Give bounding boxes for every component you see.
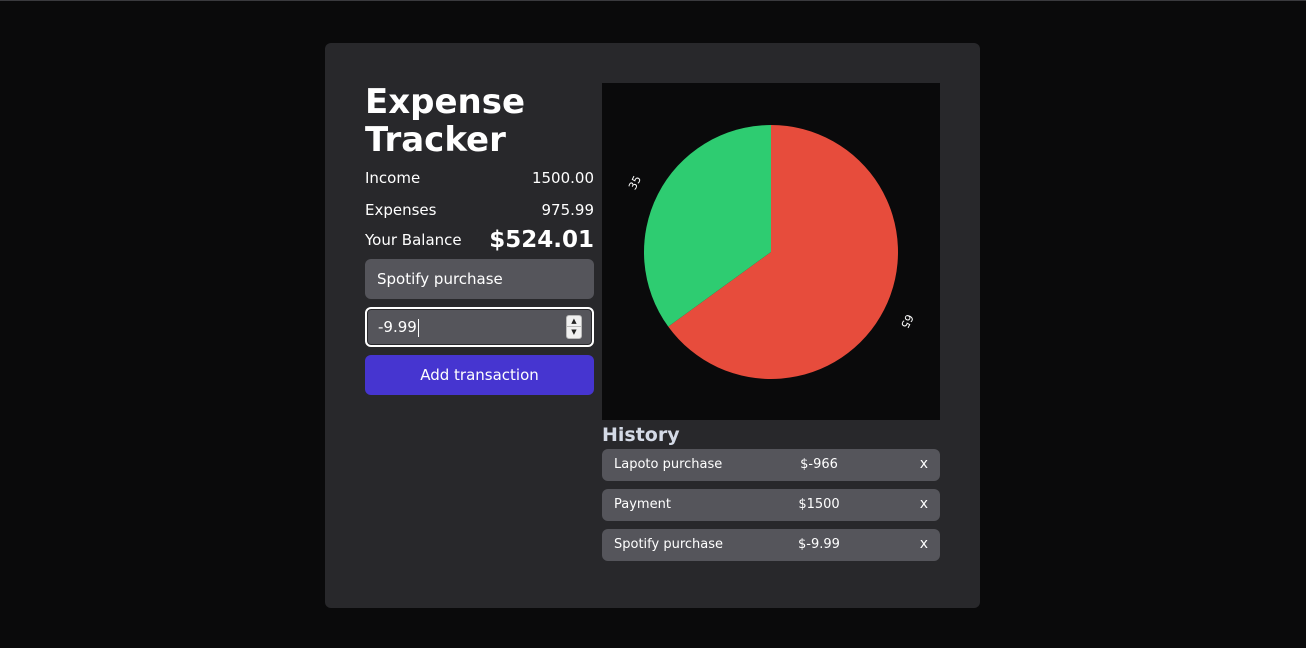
- text-caret: [417, 318, 419, 337]
- expenses-row: Expenses 975.99: [365, 195, 594, 227]
- description-input-value: Spotify purchase: [377, 270, 503, 288]
- remove-transaction-button[interactable]: x: [920, 496, 928, 512]
- pie-chart-container: 65 35: [602, 83, 940, 420]
- amount-stepper[interactable]: ▲ ▼: [566, 315, 582, 339]
- history-list: Lapoto purchase $-966 x Payment $1500 x …: [602, 449, 940, 561]
- amount-input-value: -9.99: [378, 318, 417, 336]
- tracker-card: Expense Tracker Income 1500.00 Expenses …: [325, 43, 980, 608]
- right-panel: 65 35 History Lapoto purchase $-966 x Pay…: [602, 83, 940, 569]
- balance-label: Your Balance: [365, 231, 462, 249]
- income-row: Income 1500.00: [365, 163, 594, 195]
- history-item-amount: $1500: [798, 497, 840, 512]
- income-value: 1500.00: [531, 169, 594, 187]
- pie-label-35: 35: [626, 174, 644, 192]
- remove-transaction-button[interactable]: x: [920, 456, 928, 472]
- history-item: Spotify purchase $-9.99 x: [602, 529, 940, 561]
- pie-label-65: 65: [898, 312, 916, 330]
- pie-chart: 65 35: [626, 125, 916, 380]
- history-item-amount: $-966: [800, 457, 838, 472]
- add-transaction-button[interactable]: Add transaction: [365, 355, 594, 395]
- expenses-label: Expenses: [365, 201, 437, 219]
- history-title: History: [602, 424, 680, 446]
- history-item-amount: $-9.99: [798, 537, 840, 552]
- income-label: Income: [365, 169, 421, 187]
- history-item: Lapoto purchase $-966 x: [602, 449, 940, 481]
- description-input[interactable]: Spotify purchase: [365, 259, 594, 299]
- balance-row: Your Balance $524.01: [365, 227, 594, 257]
- balance-value: $524.01: [489, 227, 594, 253]
- remove-transaction-button[interactable]: x: [920, 536, 928, 552]
- history-item: Payment $1500 x: [602, 489, 940, 521]
- stepper-down-icon[interactable]: ▼: [567, 327, 581, 338]
- expenses-value: 975.99: [541, 201, 595, 219]
- amount-input[interactable]: -9.99 ▲ ▼: [365, 307, 594, 347]
- page-title: Expense Tracker: [365, 82, 526, 160]
- stepper-up-icon[interactable]: ▲: [567, 316, 581, 327]
- window-top-border: [0, 0, 1306, 1]
- left-panel: Expense Tracker Income 1500.00 Expenses …: [365, 83, 594, 395]
